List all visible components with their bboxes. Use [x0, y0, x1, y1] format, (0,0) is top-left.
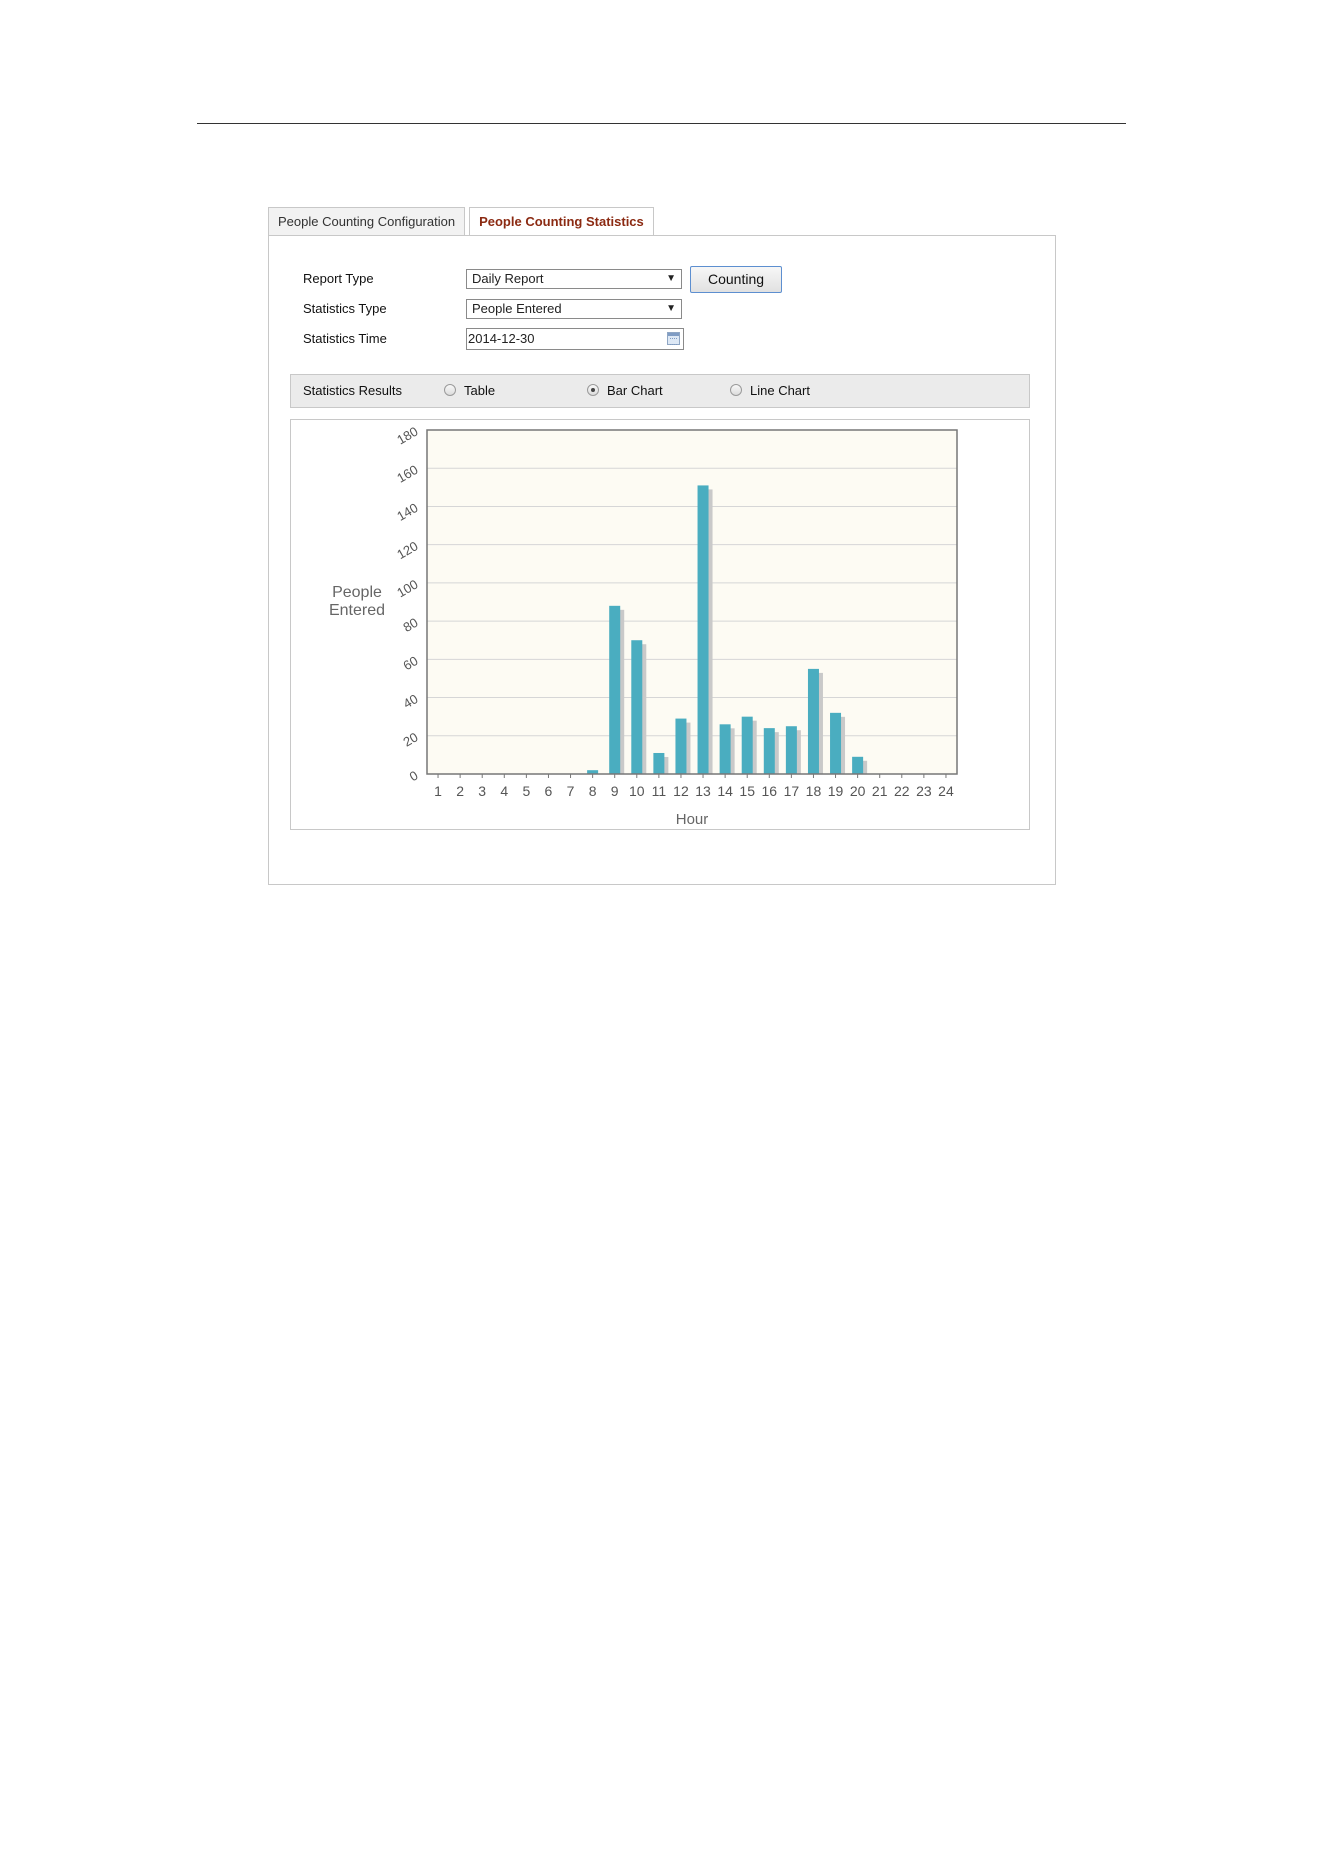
x-tick-label: 2	[456, 783, 464, 799]
y-tick-label: 160	[394, 462, 420, 486]
tab-people-counting-configuration[interactable]: People Counting Configuration	[268, 207, 466, 235]
bar-chart: 0204060801001201401601801 2 3 4 5 6 7 8 9 10 11 12 1…	[329, 424, 958, 828]
bar	[741, 716, 753, 774]
y-tick-label: 100	[394, 576, 420, 600]
x-tick-label: 8	[589, 783, 597, 799]
y-axis-title: People	[332, 584, 382, 601]
statistics-panel: Report Type Daily Report ▼ Counting Stat…	[268, 235, 1056, 885]
bar	[719, 724, 731, 774]
statistics-type-label: Statistics Type	[303, 301, 387, 316]
x-tick-label: 3	[478, 783, 486, 799]
tab-bar: People Counting Configuration People Cou…	[268, 207, 658, 236]
y-tick-label: 120	[394, 538, 420, 562]
y-axis-title: Entered	[329, 602, 385, 619]
radio-bar-chart[interactable]	[587, 384, 599, 396]
x-tick-label: 16	[762, 783, 778, 799]
x-tick-label: 9	[611, 783, 619, 799]
y-tick-label: 0	[407, 768, 421, 785]
bar-chart-container: 0 20 40 60 80 100 120 140 160 180 1 2 3 4 5 6 7 8 9 10 11 12 1…	[290, 419, 1030, 830]
statistics-time-input[interactable]: 2014-12-30	[466, 328, 684, 350]
radio-bar-chart-label[interactable]: Bar Chart	[607, 383, 663, 398]
x-tick-label: 15	[739, 783, 755, 799]
x-tick-label: 5	[522, 783, 530, 799]
bar	[785, 726, 797, 774]
counting-button[interactable]: Counting	[690, 266, 782, 293]
plot-area	[427, 430, 957, 774]
statistics-time-label: Statistics Time	[303, 331, 387, 346]
statistics-type-select[interactable]: People Entered ▼	[466, 299, 682, 319]
x-tick-label: 13	[695, 783, 711, 799]
x-tick-label: 17	[784, 783, 800, 799]
statistics-results-label: Statistics Results	[303, 383, 402, 398]
y-tick-label: 140	[394, 500, 420, 524]
bar	[697, 485, 709, 774]
x-tick-label: 4	[500, 783, 508, 799]
x-tick-label: 20	[850, 783, 866, 799]
report-type-label: Report Type	[303, 271, 374, 286]
y-tick-label: 80	[400, 615, 420, 635]
bar	[807, 668, 819, 774]
radio-table-label[interactable]: Table	[464, 383, 495, 398]
x-tick-label: 12	[673, 783, 689, 799]
statistics-results-bar: Statistics Results Table Bar Chart Line …	[290, 374, 1030, 408]
x-tick-label: 24	[938, 783, 954, 799]
x-tick-label: 18	[806, 783, 822, 799]
bar	[763, 728, 775, 774]
page-header-rule	[197, 123, 1126, 124]
x-tick-label: 1	[434, 783, 442, 799]
report-type-select[interactable]: Daily Report ▼	[466, 269, 682, 289]
x-tick-label: 22	[894, 783, 910, 799]
y-tick-label: 40	[400, 691, 420, 711]
x-axis-title: Hour	[676, 811, 709, 828]
bar	[852, 756, 864, 774]
x-tick-label: 11	[652, 783, 667, 799]
calendar-icon[interactable]	[667, 332, 680, 345]
radio-table[interactable]	[444, 384, 456, 396]
x-tick-label: 10	[629, 783, 645, 799]
x-tick-label: 19	[828, 783, 844, 799]
radio-line-chart[interactable]	[730, 384, 742, 396]
dropdown-arrow-icon: ▼	[666, 273, 676, 284]
y-tick-label: 180	[394, 424, 420, 448]
x-tick-label: 7	[567, 783, 575, 799]
bar	[675, 718, 687, 774]
bar	[830, 712, 842, 774]
bar	[631, 640, 643, 774]
x-tick-label: 6	[545, 783, 553, 799]
bar	[609, 605, 621, 774]
dropdown-arrow-icon: ▼	[666, 303, 676, 314]
tab-people-counting-statistics[interactable]: People Counting Statistics	[469, 207, 654, 236]
statistics-type-value: People Entered	[472, 301, 562, 316]
x-tick-label: 14	[717, 783, 733, 799]
radio-line-chart-label[interactable]: Line Chart	[750, 383, 810, 398]
x-tick-label: 21	[872, 783, 888, 799]
x-tick-label: 23	[916, 783, 932, 799]
bar	[653, 752, 665, 774]
y-tick-label: 60	[400, 653, 420, 673]
y-tick-label: 20	[400, 729, 420, 749]
statistics-time-value: 2014-12-30	[468, 331, 535, 346]
report-type-value: Daily Report	[472, 271, 544, 286]
